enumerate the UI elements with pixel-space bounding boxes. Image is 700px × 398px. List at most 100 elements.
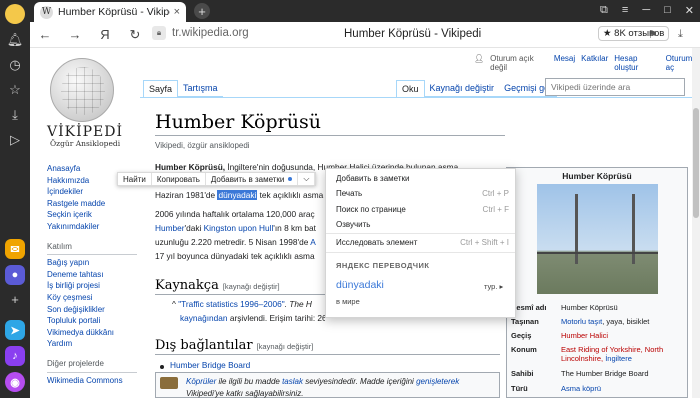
para-text: tek açıklıklı asma	[257, 190, 324, 200]
bell-icon[interactable]: 🔔︎	[4, 29, 26, 51]
a-road-link[interactable]: A	[310, 237, 316, 247]
article-paragraph-line-6: 17 yıl boyunca dünyadaki tek açıklıklı a…	[155, 251, 315, 261]
sidebar-item-nav-2[interactable]: İçindekiler	[47, 186, 137, 198]
alice-assistant-icon[interactable]: ◉	[5, 372, 25, 392]
infobox-value: Humber Köprüsü	[561, 303, 618, 312]
scrollbar-thumb[interactable]	[693, 108, 699, 218]
edit-section-link[interactable]: [kaynağı değiştir]	[257, 342, 314, 351]
new-tab-button[interactable]: +	[194, 3, 210, 19]
tabs-overview-icon[interactable]: ⧉	[600, 4, 608, 17]
menu-item-find-on-page[interactable]: Поиск по странице Ctrl + F	[336, 205, 509, 214]
expand-link[interactable]: genişleterek	[416, 377, 459, 386]
kingston-link[interactable]: Kingston upon Hull	[204, 223, 274, 233]
reviews-badge[interactable]: ★ 8K отзывов	[598, 26, 670, 41]
tab-read[interactable]: Oku	[396, 80, 425, 97]
user-icon: 👤︎	[474, 54, 485, 63]
nav-header-participation: Katılım	[47, 241, 137, 256]
tab-edit-source[interactable]: Kaynağı değiştir	[424, 80, 500, 97]
menu-item-add-to-notes[interactable]: Добавить в заметки	[336, 174, 509, 183]
bookmarks-icon[interactable]: ☆	[4, 79, 26, 101]
sidebar-item-nav-4[interactable]: Seçkin içerik	[47, 209, 137, 221]
bookmark-flag-icon[interactable]: ⚑	[648, 28, 658, 41]
stub-link[interactable]: taslak	[282, 377, 303, 386]
menu-label: Печать	[336, 189, 363, 198]
close-tab-icon[interactable]: ×	[174, 6, 180, 18]
translated-word[interactable]: dünyadaki	[336, 279, 384, 291]
infobox-link[interactable]: İngiltere	[605, 354, 632, 363]
maximize-icon[interactable]: □	[664, 4, 671, 17]
bridge-stub-icon	[160, 377, 178, 389]
infobox-title: Humber Köprüsü	[562, 171, 632, 181]
find-button[interactable]: Найти	[118, 173, 152, 185]
close-window-icon[interactable]: ✕	[685, 4, 694, 17]
history-icon[interactable]: ◷	[4, 54, 26, 76]
sidebar-item-nav2-0[interactable]: Bağış yapın	[47, 257, 137, 269]
language-selector[interactable]: тур. ▸	[484, 282, 503, 291]
url-field[interactable]: 🔒︎ tr.wikipedia.org	[152, 26, 249, 40]
sidebar-item-nav3-0[interactable]: Wikimedia Commons	[47, 375, 137, 387]
lock-icon[interactable]: 🔒︎	[152, 26, 166, 40]
messenger-app-icon[interactable]: ●	[5, 265, 25, 285]
stub-notice: Köprüler ile ilgili bu madde taslak sevi…	[155, 372, 500, 398]
tab-talk[interactable]: Tartışma	[178, 80, 223, 97]
media-play-icon[interactable]: ▷	[4, 129, 26, 151]
menu-icon[interactable]: ≡	[622, 4, 628, 17]
selected-word[interactable]: dünyadaki	[217, 190, 258, 200]
heading-text: Dış bağlantılar	[155, 338, 253, 353]
stub-text: ile ilgili bu madde	[216, 377, 283, 386]
sidebar-item-nav-5[interactable]: Yakınımdakiler	[47, 221, 137, 233]
ref-caret[interactable]: ^	[172, 299, 176, 309]
talk-link[interactable]: Mesaj	[554, 54, 575, 72]
edit-section-link[interactable]: [kaynağı değiştir]	[223, 282, 280, 291]
archive-link[interactable]: kaynağından	[180, 313, 228, 323]
menu-item-read-aloud[interactable]: Озвучить	[336, 220, 509, 229]
bridge-photo[interactable]	[536, 184, 658, 294]
sidebar-item-nav2-1[interactable]: Deneme tahtası	[47, 269, 137, 281]
tab-article[interactable]: Sayfa	[143, 80, 179, 97]
sidebar-item-nav2-3[interactable]: Köy çeşmesi	[47, 292, 137, 304]
menu-item-inspect[interactable]: Исследовать элемент Ctrl + Shift + I	[336, 238, 509, 247]
sidebar-item-nav2-5[interactable]: Topluluk portali	[47, 315, 137, 327]
menu-shortcut: Ctrl + P	[482, 189, 509, 198]
back-arrow-icon[interactable]: ←	[30, 27, 60, 42]
yandex-icon[interactable]: Я	[90, 27, 120, 42]
profile-avatar[interactable]	[5, 4, 25, 24]
create-account-link[interactable]: Hesap oluştur	[614, 54, 659, 72]
wikipedia-globe-logo[interactable]	[50, 58, 114, 122]
music-app-icon[interactable]: ♪	[5, 346, 25, 366]
translator-header: ЯНДЕКС ПЕРЕВОДЧИК	[336, 261, 430, 270]
wiki-search-input[interactable]	[545, 78, 685, 96]
forward-arrow-icon[interactable]: →	[60, 27, 90, 42]
mail-app-icon[interactable]: ✉	[5, 239, 25, 259]
reload-icon[interactable]: ↻	[120, 27, 150, 43]
copy-button[interactable]: Копировать	[152, 173, 206, 185]
contributions-link[interactable]: Katkılar	[581, 54, 608, 72]
bridges-link[interactable]: Köprüler	[186, 377, 216, 386]
add-to-notes-button[interactable]: Добавить в заметки	[206, 173, 299, 185]
wikipedia-favicon-icon: W	[40, 5, 53, 19]
minimize-icon[interactable]: ─	[642, 4, 650, 17]
infobox-redlink[interactable]: Humber Halici	[561, 331, 687, 340]
humber-link[interactable]: Humber	[155, 223, 185, 233]
sidebar-item-nav2-2[interactable]: İş birliği projesi	[47, 280, 137, 292]
more-dropdown-button[interactable]: ⌵	[298, 173, 316, 185]
browser-tab-active[interactable]: W Humber Köprüsü - Vikipedi ×	[34, 2, 186, 22]
telegram-app-icon[interactable]: ➤	[5, 320, 25, 340]
site-subtitle: Vikipedi, özgür ansiklopedi	[155, 141, 250, 150]
page-scrollbar[interactable]	[692, 48, 700, 398]
title-divider	[155, 135, 505, 136]
sidebar-item-nav2-4[interactable]: Son değişiklikler	[47, 304, 137, 316]
infobox-link[interactable]: Asma köprü	[561, 384, 687, 393]
sidebar-item-nav2-7[interactable]: Yardım	[47, 338, 137, 350]
download-icon[interactable]: ⤓	[678, 28, 683, 41]
infobox-row: Geçiş Humber Halici	[511, 331, 687, 340]
sidebar-item-nav2-6[interactable]: Vikimedya dükkânı	[47, 327, 137, 339]
sidebar-item-nav-3[interactable]: Rastgele madde	[47, 198, 137, 210]
infobox-key: Sahibi	[511, 369, 534, 378]
ref-link[interactable]: "Traffic statistics 1996–2006"	[178, 299, 284, 309]
infobox-link[interactable]: Motorlu taşıt	[561, 317, 602, 326]
external-link[interactable]: Humber Bridge Board	[170, 360, 250, 370]
downloads-icon[interactable]: ⤓	[4, 104, 26, 126]
menu-item-print[interactable]: Печать Ctrl + P	[336, 189, 509, 198]
add-app-icon[interactable]: +	[4, 288, 26, 310]
